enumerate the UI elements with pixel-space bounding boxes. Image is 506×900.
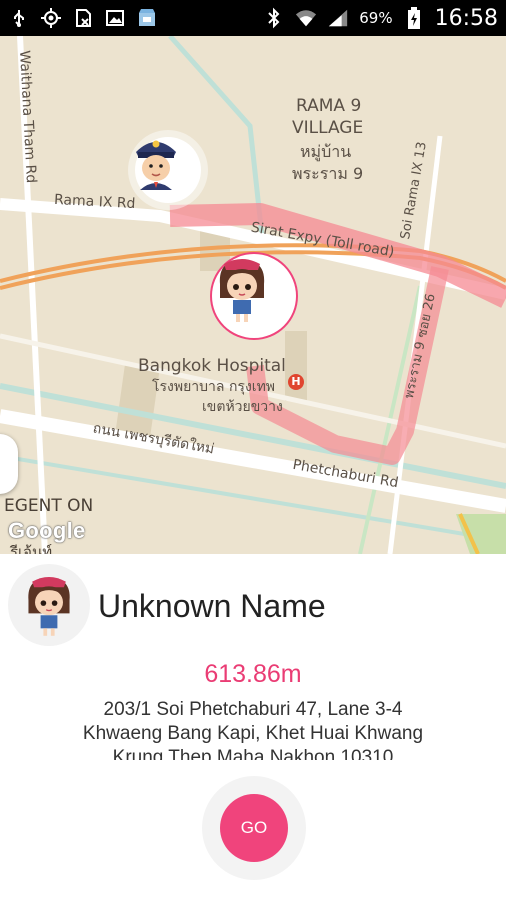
go-button-container: GO [202,776,306,880]
go-button[interactable]: GO [220,794,288,862]
label-hospital-th-1: โรงพยาบาล กรุงเทพ [152,379,276,395]
address-line-1: 203/1 Soi Phetchaburi 47, Lane 3-4 [103,699,403,720]
address: 203/1 Soi Phetchaburi 47, Lane 3-4 Khwae… [0,698,506,760]
distance-value: 613.86m [204,660,302,688]
map-view[interactable]: Waithana Tham Rd RAMA 9 VILLAGE หมู่บ้าน… [0,36,506,554]
gps-icon [40,7,62,29]
label-hospital-en: Bangkok Hospital [138,356,286,376]
address-line-3: Krung Thep Maha Nakhon 10310 [112,747,394,760]
label-hospital-th-2: เขตห้วยขวาง [202,399,283,415]
label-regent-1: EGENT ON [4,496,94,516]
system-icons: 69% 16:58 [263,6,498,31]
address-line-2: Khwaeng Bang Kapi, Khet Huai Khwang [82,723,424,744]
google-logo: Google [8,518,86,543]
status-bar: 69% 16:58 [0,0,506,36]
hospital-icon: H [288,374,304,390]
contact-name: Unknown Name [98,588,326,624]
image-icon [104,7,126,29]
wifi-icon [295,7,317,29]
police-avatar-marker[interactable] [128,130,208,210]
girl-icon [219,259,265,322]
battery-icon [403,7,425,29]
avatar [8,564,90,646]
store-icon [136,7,158,29]
contact-card: Unknown Name 613.86m 203/1 Soi Phetchabu… [0,554,506,900]
girl-avatar-marker[interactable] [212,254,296,338]
signal-icon [327,7,349,29]
girl-avatar-icon [28,577,70,636]
notification-icons [8,7,158,29]
no-sim-icon [72,7,94,29]
battery-percent: 69% [359,9,393,27]
label-rama9-village-2: VILLAGE [292,118,364,138]
usb-icon [8,7,30,29]
clock: 16:58 [434,5,498,31]
bluetooth-icon [263,7,285,29]
label-rama9-village-1: RAMA 9 [296,96,362,116]
police-icon [136,140,176,190]
drawer-handle[interactable] [0,434,18,494]
label-rama9-village-th-2: พระราม 9 [292,164,364,183]
